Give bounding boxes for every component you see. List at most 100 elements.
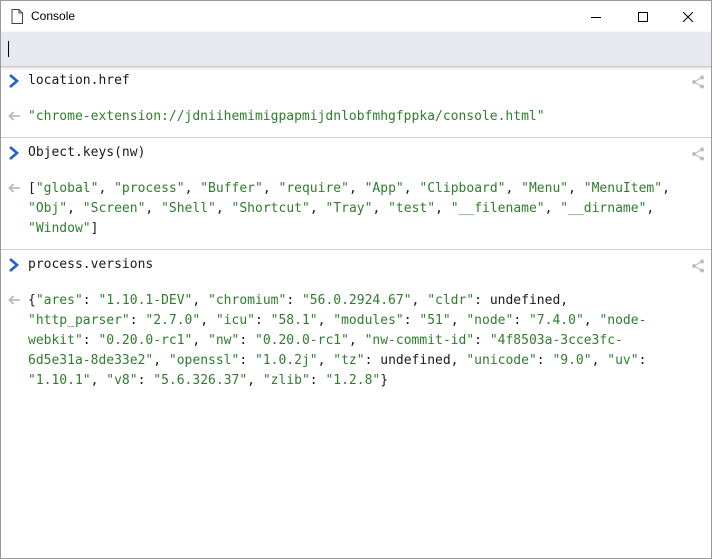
plain-token: : bbox=[638, 353, 647, 368]
plain-token: : undefined, bbox=[474, 293, 569, 308]
string-token: "Window" bbox=[28, 221, 91, 236]
maximize-icon bbox=[638, 11, 648, 22]
plain-token: [ bbox=[28, 181, 36, 196]
string-token: "1.0.2j" bbox=[255, 353, 318, 368]
string-token: "Buffer" bbox=[200, 181, 263, 196]
plain-token: , bbox=[348, 333, 365, 348]
string-token: "56.0.2924.67" bbox=[301, 293, 412, 308]
plain-token: : bbox=[474, 333, 490, 348]
command-input-bar bbox=[1, 32, 711, 67]
window-title: Console bbox=[31, 9, 76, 23]
string-token: "zlib" bbox=[262, 373, 310, 388]
string-token: "icu" bbox=[215, 313, 255, 328]
share-icon[interactable] bbox=[691, 147, 705, 161]
plain-token: , bbox=[662, 181, 670, 196]
string-token: "Screen" bbox=[82, 201, 146, 216]
string-token: "0.20.0-rc1" bbox=[98, 333, 193, 348]
plain-token: , bbox=[583, 313, 600, 328]
plain-token: , bbox=[200, 313, 216, 328]
string-token: "modules" bbox=[333, 313, 404, 328]
string-token: "chromium" bbox=[208, 293, 287, 308]
title-bar[interactable]: Console bbox=[1, 1, 711, 32]
command-row: Object.keys(nw) bbox=[1, 138, 711, 168]
string-token: "test" bbox=[388, 201, 436, 216]
string-token: "process" bbox=[114, 181, 185, 196]
plain-token: , bbox=[317, 353, 334, 368]
string-token: "7.4.0" bbox=[528, 313, 584, 328]
plain-token: , bbox=[67, 201, 83, 216]
plain-token: : bbox=[286, 293, 302, 308]
string-token: "0.20.0-rc1" bbox=[255, 333, 349, 348]
console-entry: Object.keys(nw) ["global", "process", "B… bbox=[1, 138, 711, 250]
result-row: {"ares": "1.10.1-DEV", "chromium": "56.0… bbox=[1, 291, 711, 391]
plain-token: : bbox=[82, 333, 99, 348]
plain-token: : bbox=[129, 313, 146, 328]
string-token: "51" bbox=[419, 313, 451, 328]
plain-token: : bbox=[239, 333, 255, 348]
string-token: "Tray" bbox=[325, 201, 373, 216]
command-input[interactable] bbox=[11, 37, 705, 63]
command-row: location.href bbox=[1, 66, 711, 96]
string-token: "ares" bbox=[35, 293, 83, 308]
chevron-right-icon bbox=[9, 146, 19, 160]
command-text: Object.keys(nw) bbox=[28, 145, 146, 160]
plain-token: : bbox=[403, 313, 420, 328]
result-text: {"ares": "1.10.1-DEV", "chromium": "56.0… bbox=[28, 291, 698, 391]
plain-token: , bbox=[309, 201, 326, 216]
plain-token: , bbox=[145, 201, 162, 216]
plain-token: , bbox=[192, 333, 209, 348]
plain-token: : bbox=[82, 293, 99, 308]
command-text: process.versions bbox=[28, 257, 154, 272]
minimize-button[interactable] bbox=[573, 1, 619, 32]
chevron-right-icon bbox=[9, 258, 19, 272]
string-token: "1.10.1-DEV" bbox=[98, 293, 193, 308]
return-arrow-icon bbox=[8, 111, 20, 121]
plain-token: , bbox=[247, 373, 263, 388]
string-token: "require" bbox=[278, 181, 349, 196]
string-token: "MenuItem" bbox=[583, 181, 663, 196]
plain-token: : bbox=[513, 313, 529, 328]
command-row: process.versions bbox=[1, 250, 711, 280]
console-entry: process.versions {"ares": "1.10.1-DEV", … bbox=[1, 250, 711, 398]
console-entry: location.href "chrome-extension://jdniih… bbox=[1, 66, 711, 138]
string-token: "Clipboard" bbox=[419, 181, 506, 196]
plain-token: , bbox=[591, 353, 608, 368]
plain-token: { bbox=[28, 293, 36, 308]
string-token: "__filename" bbox=[450, 201, 545, 216]
string-token: "App" bbox=[364, 181, 404, 196]
string-token: "unicode" bbox=[466, 353, 537, 368]
string-token: "node" bbox=[466, 313, 514, 328]
plain-token: , bbox=[372, 201, 389, 216]
plain-token: , bbox=[646, 201, 655, 216]
result-text: ["global", "process", "Buffer", "require… bbox=[28, 179, 698, 239]
string-token: "Menu" bbox=[521, 181, 569, 196]
plain-token: , bbox=[505, 181, 522, 196]
string-token: "Shell" bbox=[161, 201, 216, 216]
return-arrow-icon bbox=[8, 183, 20, 193]
string-token: "nw-commit-id" bbox=[364, 333, 475, 348]
plain-token: : bbox=[137, 373, 154, 388]
plain-token: , bbox=[544, 201, 561, 216]
share-icon[interactable] bbox=[691, 75, 705, 89]
string-token: "openssl" bbox=[168, 353, 240, 368]
console-window: Console location.href "chrome-extension:… bbox=[0, 0, 712, 559]
plain-token: , bbox=[411, 293, 428, 308]
plain-token: , bbox=[450, 313, 467, 328]
string-token: "2.7.0" bbox=[145, 313, 201, 328]
close-button[interactable] bbox=[665, 1, 711, 32]
string-token: "1.2.8" bbox=[325, 373, 381, 388]
plain-token: , bbox=[215, 201, 232, 216]
plain-token: , bbox=[184, 181, 201, 196]
plain-token: : bbox=[309, 373, 326, 388]
plain-token: } bbox=[380, 373, 389, 388]
result-text: "chrome-extension://jdniihemimigpapmijdn… bbox=[28, 107, 698, 127]
document-icon bbox=[11, 9, 23, 24]
share-icon[interactable] bbox=[691, 259, 705, 273]
result-row: "chrome-extension://jdniihemimigpapmijdn… bbox=[1, 107, 711, 131]
string-token: "http_parser" bbox=[28, 313, 130, 328]
maximize-button[interactable] bbox=[620, 1, 666, 32]
string-token: "Obj" bbox=[28, 201, 68, 216]
string-token: "cldr" bbox=[427, 293, 475, 308]
string-token: "__dirname" bbox=[560, 201, 647, 216]
plain-token: : bbox=[239, 353, 255, 368]
